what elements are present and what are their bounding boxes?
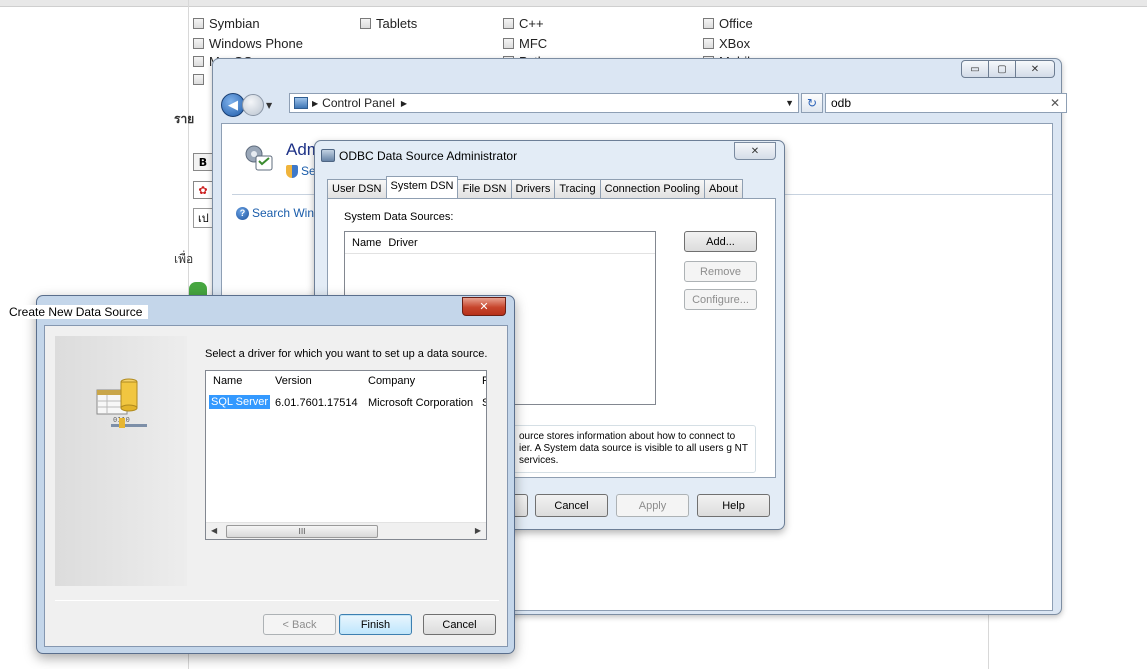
maximize-button[interactable]: ▢ xyxy=(988,60,1016,78)
driver-name-selected[interactable]: SQL Server xyxy=(209,395,271,409)
forward-arrow-icon[interactable] xyxy=(242,94,264,116)
breadcrumb-chevron-icon[interactable]: ▶ xyxy=(312,99,318,108)
dialog-title: Create New Data Source xyxy=(9,305,149,319)
clear-search-icon[interactable]: ✕ xyxy=(1050,96,1066,110)
checkbox-box[interactable] xyxy=(193,56,204,67)
configure-button[interactable]: Configure... xyxy=(684,289,757,310)
tab-drivers[interactable]: Drivers xyxy=(510,179,556,198)
column-company[interactable]: Company xyxy=(368,375,415,387)
column-driver[interactable]: Driver xyxy=(381,237,417,249)
checkbox-cpp[interactable]: C++ xyxy=(503,16,544,31)
scroll-left-icon[interactable]: ◀ xyxy=(211,526,217,535)
column-name[interactable]: Name xyxy=(213,375,242,387)
web-text-phuea: เพื่อ xyxy=(174,252,194,266)
administrative-tools-icon xyxy=(245,145,273,171)
horizontal-scrollbar[interactable]: ◀ III ▶ xyxy=(206,522,486,539)
search-input[interactable]: odb ✕ xyxy=(825,93,1067,113)
column-file[interactable]: F xyxy=(482,375,486,387)
web-column-line-right xyxy=(988,615,989,669)
help-button[interactable]: Help xyxy=(697,494,770,517)
dialog-title: ODBC Data Source Administrator xyxy=(339,149,518,163)
navigation-row: ◀ ▼ ▶ Control Panel ▶ ▼ ↻ odb ✕ xyxy=(221,91,1067,119)
checkbox-box[interactable] xyxy=(193,18,204,29)
driver-prompt: Select a driver for which you want to se… xyxy=(205,348,488,360)
create-data-source-dialog: Create New Data Source ✕ 0110 Select a d… xyxy=(9,295,515,654)
address-bar[interactable]: ▶ Control Panel ▶ ▼ xyxy=(289,93,799,113)
checkbox-box[interactable] xyxy=(360,18,371,29)
driver-list[interactable]: Name Version Company F SQL Server 6.01.7… xyxy=(205,370,487,540)
close-button[interactable]: ✕ xyxy=(1015,60,1055,78)
checkbox-box[interactable] xyxy=(193,38,204,49)
checkbox-windows-phone[interactable]: Windows Phone xyxy=(193,36,303,51)
recent-pages-dropdown-icon[interactable]: ▼ xyxy=(266,101,272,110)
close-button[interactable]: ✕ xyxy=(734,142,776,160)
remove-button[interactable]: Remove xyxy=(684,261,757,282)
search-input-value: odb xyxy=(831,96,852,110)
add-button[interactable]: Add... xyxy=(684,231,757,252)
checkbox-office[interactable]: Office xyxy=(703,16,753,31)
checkbox-mfc[interactable]: MFC xyxy=(503,36,547,51)
list-header: Name Version Company F xyxy=(206,371,486,391)
driver-company: Microsoft Corporation xyxy=(368,397,474,409)
tab-system-dsn[interactable]: System DSN xyxy=(385,176,459,198)
breadcrumb-chevron-icon[interactable]: ▶ xyxy=(401,99,407,108)
checkbox-box[interactable] xyxy=(503,38,514,49)
scroll-right-icon[interactable]: ▶ xyxy=(475,526,481,535)
checkbox-box[interactable] xyxy=(703,18,714,29)
close-button[interactable]: ✕ xyxy=(462,297,506,316)
explorer-caption-buttons: ▭ ▢ ✕ xyxy=(961,60,1055,78)
divider xyxy=(55,600,499,601)
checkbox-box[interactable] xyxy=(703,38,714,49)
uac-shield-icon xyxy=(286,164,298,178)
checkbox-symbian[interactable]: Symbian xyxy=(193,16,260,31)
refresh-icon[interactable]: ↻ xyxy=(801,93,823,113)
checkbox-box[interactable] xyxy=(193,74,204,85)
cancel-button[interactable]: Cancel xyxy=(423,614,496,635)
tab-strip: User DSN System DSN File DSN Drivers Tra… xyxy=(327,176,743,198)
column-name[interactable]: Name xyxy=(345,237,381,249)
web-toolbar-icon[interactable]: ✿ xyxy=(193,181,213,199)
apply-button[interactable]: Apply xyxy=(616,494,689,517)
control-panel-icon xyxy=(294,97,308,109)
finish-button[interactable]: Finish xyxy=(339,614,412,635)
checkbox-tablets[interactable]: Tablets xyxy=(360,16,417,31)
address-dropdown-icon[interactable]: ▼ xyxy=(785,98,798,108)
tab-file-dsn[interactable]: File DSN xyxy=(457,179,512,198)
column-version[interactable]: Version xyxy=(275,375,312,387)
breadcrumb-control-panel[interactable]: Control Panel xyxy=(322,96,395,110)
tab-connection-pooling[interactable]: Connection Pooling xyxy=(599,179,706,198)
cancel-button[interactable]: Cancel xyxy=(535,494,608,517)
minimize-button[interactable]: ▭ xyxy=(961,60,989,78)
driver-version: 6.01.7601.17514 xyxy=(275,397,358,409)
web-text-rai: ราย xyxy=(174,112,195,126)
checkbox-box[interactable] xyxy=(503,18,514,29)
checkbox-xbox[interactable]: XBox xyxy=(703,36,750,51)
browser-top-strip xyxy=(0,0,1147,7)
system-data-sources-label: System Data Sources: xyxy=(344,211,454,223)
scrollbar-thumb[interactable]: III xyxy=(226,525,378,538)
back-button[interactable]: < Back xyxy=(263,614,336,635)
search-windows-help-link[interactable]: ? Search Win xyxy=(236,206,314,220)
tab-tracing[interactable]: Tracing xyxy=(554,179,601,198)
list-header: Name Driver xyxy=(345,232,655,254)
driver-file: S xyxy=(482,397,486,409)
tab-user-dsn[interactable]: User DSN xyxy=(327,179,387,198)
tab-about[interactable]: About xyxy=(704,179,743,198)
web-green-arrow-icon xyxy=(189,282,207,296)
web-bold-button[interactable]: B xyxy=(193,153,213,171)
wizard-side-image: 0110 xyxy=(55,336,187,586)
checkbox-partial[interactable] xyxy=(193,74,209,85)
database-icon: 0110 xyxy=(96,378,147,428)
table-row[interactable]: SQL Server 6.01.7601.17514 Microsoft Cor… xyxy=(206,393,486,411)
odbc-icon xyxy=(321,149,335,162)
help-icon: ? xyxy=(236,206,249,220)
dialog-body: 0110 Select a driver for which you want … xyxy=(44,325,508,647)
